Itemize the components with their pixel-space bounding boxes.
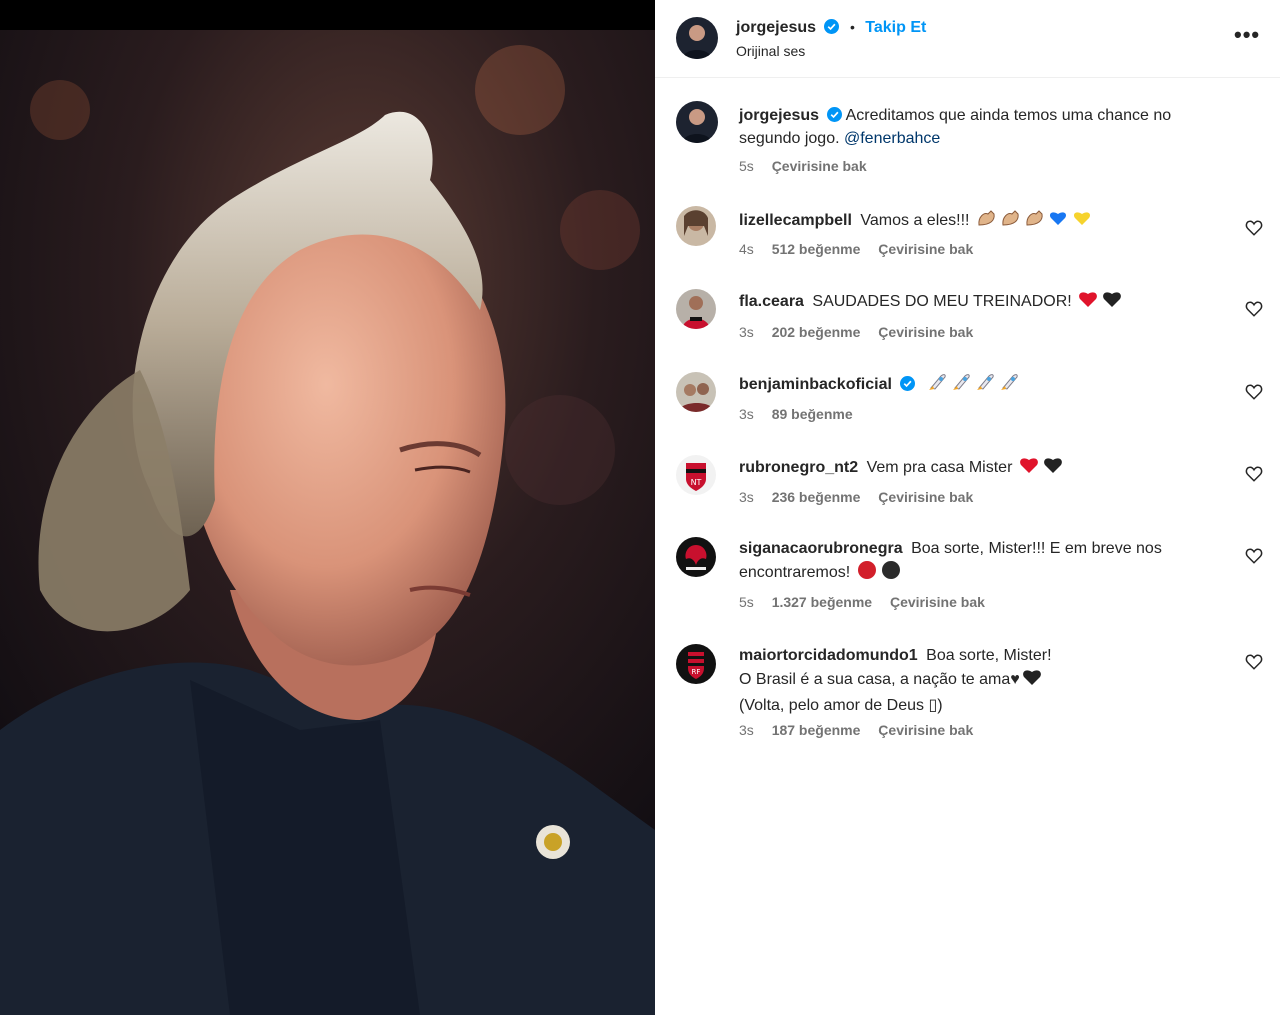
comment-time[interactable]: 3s	[739, 489, 754, 505]
comment-likes[interactable]: 512 beğenme	[772, 241, 861, 257]
comment-text-block: maiortorcidadomundo1 Boa sorte, Mister! …	[739, 644, 1229, 717]
caption-text-block: jorgejesus Acreditamos que ainda temos u…	[739, 104, 1229, 150]
comment-meta: 3s 187 beğenme Çevirisine bak	[739, 722, 987, 738]
comment-username[interactable]: lizellecampbell	[739, 212, 852, 229]
comment-time[interactable]: 3s	[739, 324, 754, 340]
comment-text: SAUDADES DO MEU TREINADOR!	[812, 293, 1072, 310]
red-black-hearts-emoji-icon	[1019, 455, 1065, 482]
separator-dot: •	[849, 19, 855, 35]
caption-meta: 5s Çevirisine bak	[739, 158, 881, 174]
comment-likes[interactable]: 187 beğenme	[772, 722, 861, 738]
comment-likes[interactable]: 202 beğenme	[772, 324, 861, 340]
caption-translate-link[interactable]: Çevirisine bak	[772, 158, 867, 174]
comment-translate-link[interactable]: Çevirisine bak	[890, 594, 985, 610]
comment-text: Vem pra casa Mister	[866, 459, 1013, 476]
black-heart-emoji-icon	[1022, 667, 1044, 694]
comment-username[interactable]: rubronegro_nt2	[739, 459, 858, 476]
like-heart-icon[interactable]	[1245, 300, 1263, 318]
comment-translate-link[interactable]: Çevirisine bak	[878, 241, 973, 257]
like-heart-icon[interactable]	[1245, 547, 1263, 565]
verified-badge-icon	[899, 376, 915, 391]
comment-text-line-3: (Volta, pelo amor de Deus ▯)	[739, 697, 943, 714]
comment-text-block: benjaminbackoficial	[739, 372, 1229, 399]
caption-username[interactable]: jorgejesus	[739, 107, 819, 124]
comment-username[interactable]: benjaminbackoficial	[739, 376, 892, 393]
caption-mention-link[interactable]: @fenerbahce	[844, 130, 940, 147]
comment-time[interactable]: 3s	[739, 722, 754, 738]
comment-time[interactable]: 5s	[739, 594, 754, 610]
commenter-avatar[interactable]	[676, 537, 716, 577]
comment-likes[interactable]: 1.327 beğenme	[772, 594, 872, 610]
commenter-avatar[interactable]	[676, 289, 716, 329]
more-options-icon[interactable]: •••	[1234, 24, 1260, 46]
svg-text:RF: RF	[692, 668, 701, 676]
verified-badge-icon	[824, 19, 840, 34]
comment-text: Vamos a eles!!!	[860, 212, 970, 229]
caption-avatar[interactable]	[676, 101, 718, 143]
author-line: jorgejesus • Takip Et	[736, 19, 926, 37]
post-header: jorgejesus • Takip Et Orijinal ses •••	[655, 0, 1280, 78]
comment-text: Boa sorte, Mister!	[926, 647, 1052, 664]
comment-text-line-2: O Brasil é a sua casa, a nação te ama♥	[739, 671, 1020, 688]
comment-meta: 3s 236 beğenme Çevirisine bak	[739, 489, 987, 505]
like-heart-icon[interactable]	[1245, 219, 1263, 237]
commenter-avatar[interactable]: NT	[676, 455, 716, 495]
commenter-avatar[interactable]: RF	[676, 644, 716, 684]
comment-meta: 4s 512 beğenme Çevirisine bak	[739, 241, 987, 257]
red-black-circles-emoji-icon	[857, 560, 903, 587]
comment-time[interactable]: 3s	[739, 406, 754, 422]
verified-badge-icon	[827, 107, 843, 122]
like-heart-icon[interactable]	[1245, 465, 1263, 483]
comment-translate-link[interactable]: Çevirisine bak	[878, 722, 973, 738]
post-photo	[0, 30, 655, 1015]
comment-meta: 5s 1.327 beğenme Çevirisine bak	[739, 594, 999, 610]
comment-text-block: lizellecampbell Vamos a eles!!!	[739, 208, 1229, 235]
comment-username[interactable]: siganacaorubronegra	[739, 540, 903, 557]
author-avatar[interactable]	[676, 17, 718, 59]
post-media[interactable]	[0, 0, 655, 1015]
commenter-avatar[interactable]	[676, 372, 716, 412]
comment-meta: 3s 89 beğenme	[739, 406, 867, 422]
post-panel: jorgejesus • Takip Et Orijinal ses ••• j…	[655, 0, 1280, 1015]
flexed-biceps-emoji-icon	[976, 208, 1092, 235]
comment-text-block: siganacaorubronegra Boa sorte, Mister!!!…	[739, 537, 1229, 587]
caption-time[interactable]: 5s	[739, 158, 754, 174]
comment-translate-link[interactable]: Çevirisine bak	[878, 489, 973, 505]
follow-button[interactable]: Takip Et	[865, 19, 926, 36]
comment-username[interactable]: maiortorcidadomundo1	[739, 647, 918, 664]
like-heart-icon[interactable]	[1245, 383, 1263, 401]
comment-likes[interactable]: 89 beğenme	[772, 406, 853, 422]
like-heart-icon[interactable]	[1245, 653, 1263, 671]
comment-likes[interactable]: 236 beğenme	[772, 489, 861, 505]
comment-time[interactable]: 4s	[739, 241, 754, 257]
audio-label[interactable]: Orijinal ses	[736, 43, 805, 59]
author-username[interactable]: jorgejesus	[736, 19, 816, 36]
red-black-hearts-emoji-icon	[1078, 289, 1124, 316]
svg-text:NT: NT	[691, 478, 702, 487]
media-top-bar	[0, 0, 655, 30]
comment-text-block: rubronegro_nt2 Vem pra casa Mister	[739, 455, 1229, 482]
comment-text-block: fla.ceara SAUDADES DO MEU TREINADOR!	[739, 289, 1229, 316]
comment-username[interactable]: fla.ceara	[739, 293, 804, 310]
rocket-emoji-icon	[927, 372, 1023, 399]
commenter-avatar[interactable]	[676, 206, 716, 246]
comment-translate-link[interactable]: Çevirisine bak	[878, 324, 973, 340]
comment-meta: 3s 202 beğenme Çevirisine bak	[739, 324, 987, 340]
